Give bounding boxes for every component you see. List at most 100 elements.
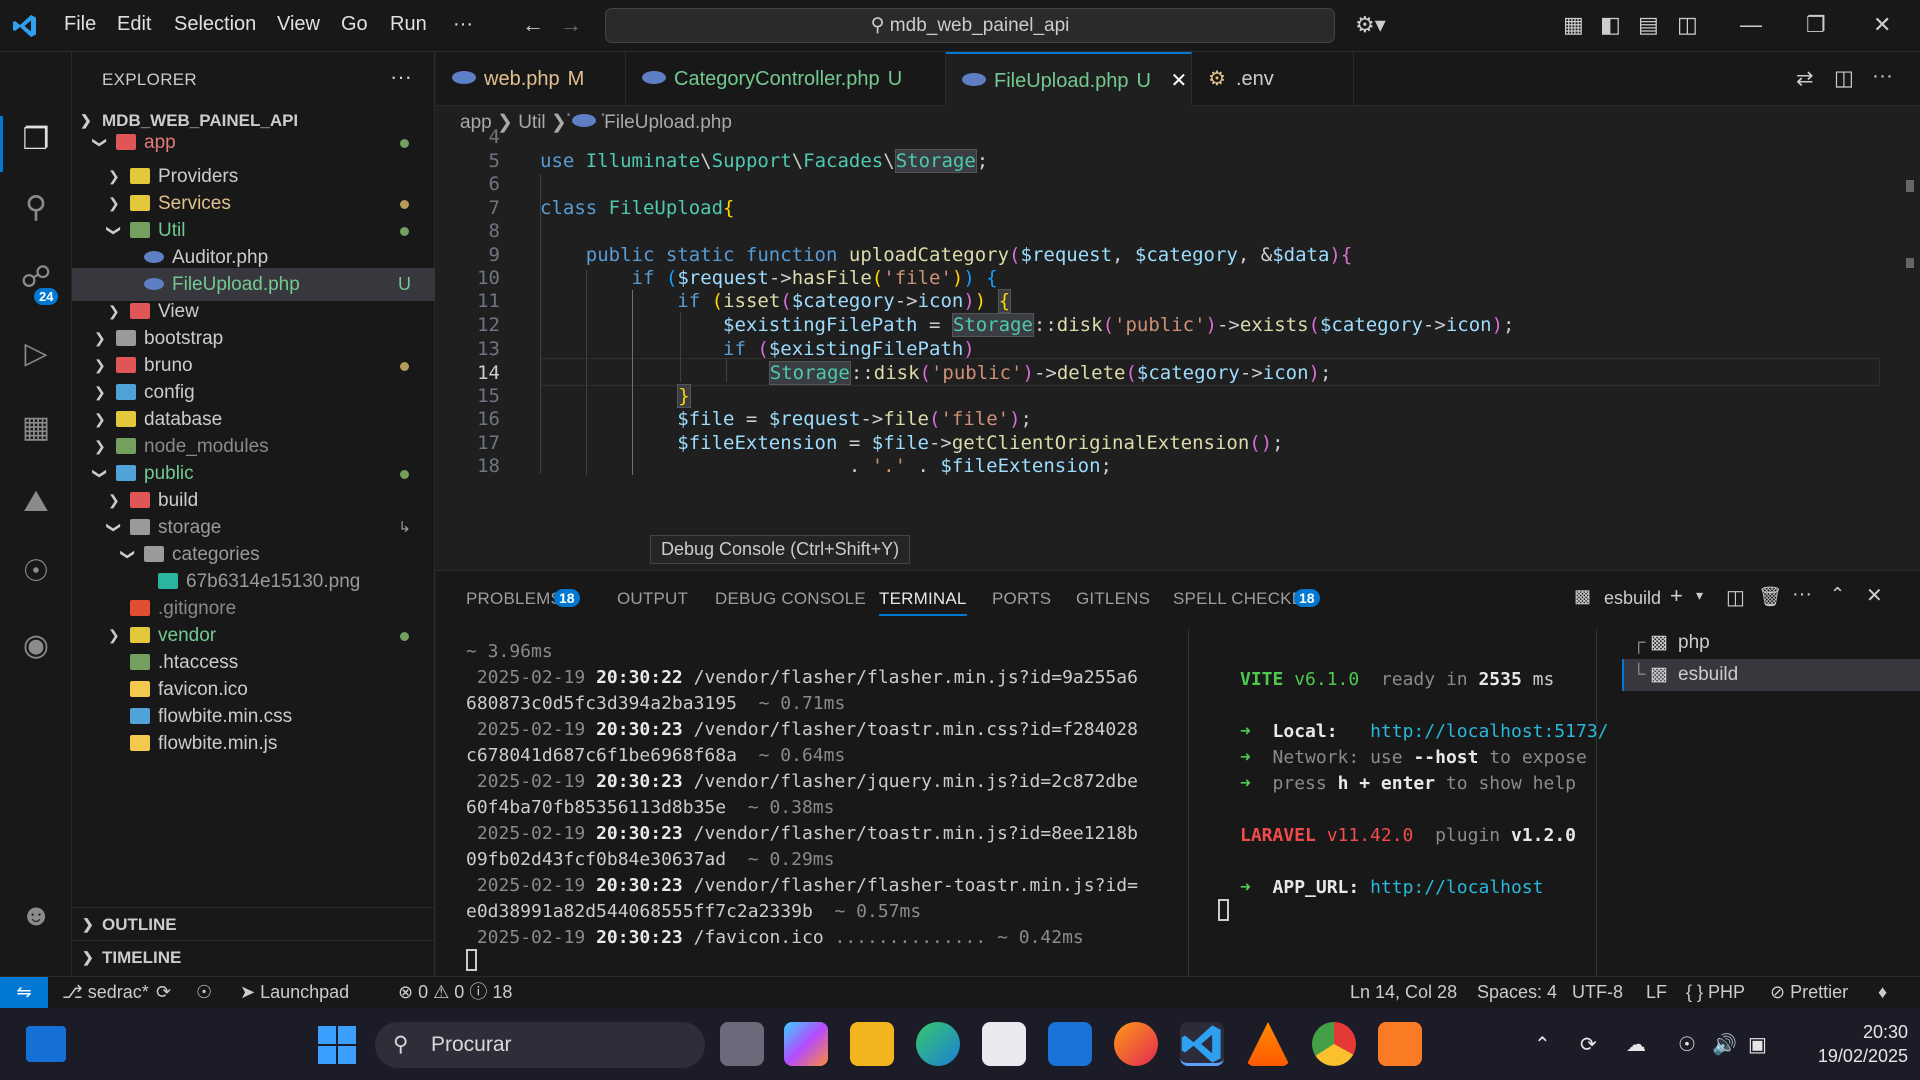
code-editor[interactable]: 4 5 6 7 8 9 10 11 12 13 14 15 16 17 18 · · · use Illum… [436, 104, 1920, 570]
terminal-list-item-php[interactable]: ┌ ▩ php [1622, 627, 1920, 659]
menu-run[interactable]: Run [390, 13, 427, 36]
close-window-icon[interactable]: ✕ [1873, 12, 1891, 38]
new-terminal-icon[interactable]: + [1670, 583, 1683, 609]
explorer-icon[interactable]: ❐ [16, 120, 56, 160]
tab-terminal[interactable]: TERMINAL [879, 589, 967, 616]
extensions-icon[interactable]: ▦ [16, 408, 56, 448]
menu-view[interactable]: View [277, 13, 320, 36]
gitlens-icon[interactable]: ☉ [16, 552, 56, 592]
cloud-icon[interactable]: ☁ [1626, 1032, 1646, 1057]
accounts-icon[interactable]: ☻ [16, 896, 56, 936]
show-hidden-icons[interactable]: ⌃ [1534, 1032, 1551, 1057]
rocket-icon: ➤ [240, 982, 256, 1002]
docker-icon[interactable]: ⛰ [16, 482, 56, 522]
tab-fileupload-php[interactable]: FileUpload.php U ✕ [946, 52, 1192, 106]
tab-ports[interactable]: PORTS [992, 589, 1051, 609]
toggle-sidebar-icon[interactable]: ◧ [1600, 12, 1621, 38]
copilot-app-icon[interactable] [784, 1022, 828, 1066]
menu-edit[interactable]: Edit [117, 13, 151, 36]
toggle-panel-icon[interactable]: ▤ [1638, 12, 1659, 38]
toggle-secondary-sidebar-icon[interactable]: ◫ [1677, 12, 1698, 38]
widgets-icon[interactable] [26, 1026, 66, 1062]
close-tab-icon[interactable]: ✕ [1171, 70, 1188, 92]
clock[interactable]: 20:30 19/02/2025 [1800, 1020, 1908, 1068]
explorer-more-icon[interactable]: ··· [390, 64, 412, 90]
outline-section[interactable]: ❯ OUTLINE [72, 907, 435, 940]
indentation[interactable]: Spaces: 4 [1477, 977, 1557, 1007]
line-ending[interactable]: LF [1646, 977, 1667, 1007]
outlook-icon[interactable] [1048, 1022, 1092, 1066]
sync-tray-icon[interactable]: ⟳ [1580, 1032, 1597, 1057]
copilot-icon[interactable]: ⚙▾ [1355, 12, 1386, 38]
minimize-icon[interactable]: — [1740, 12, 1762, 38]
microsoft-store-icon[interactable] [982, 1022, 1026, 1066]
remote-explorer-icon[interactable]: ◉ [16, 626, 56, 666]
tab-category-controller[interactable]: CategoryController.php U [626, 52, 946, 106]
timeline-section[interactable]: ❯ TIMELINE [72, 940, 435, 973]
tree-item[interactable]: ❯ app [72, 126, 435, 159]
restore-icon[interactable]: ❐ [1806, 12, 1826, 38]
chrome-icon[interactable] [1312, 1022, 1356, 1066]
encoding[interactable]: UTF-8 [1572, 977, 1623, 1007]
taskbar-search[interactable]: ⚲ Procurar [375, 1022, 705, 1068]
panel-more-icon[interactable]: ··· [1792, 583, 1812, 606]
terminal-list-item-esbuild[interactable]: └ ▩ esbuild [1622, 659, 1920, 691]
vlc-icon[interactable] [1246, 1022, 1290, 1066]
vscode-logo-icon[interactable] [12, 13, 38, 39]
tab-label: CategoryController.php [674, 68, 880, 90]
tree-item[interactable]: flowbite.min.js [72, 727, 435, 760]
language-mode[interactable]: { } PHP [1686, 977, 1745, 1007]
tab-output[interactable]: OUTPUT [617, 589, 688, 609]
globe-icon[interactable]: ☉ [1678, 1032, 1696, 1057]
gitlens-status-icon[interactable]: ☉ [196, 977, 212, 1007]
compare-changes-icon[interactable]: ⇄ [1796, 66, 1814, 91]
tab-web-php[interactable]: web.php M [436, 52, 626, 106]
command-center-search[interactable]: ⚲ mdb_web_painel_api [605, 8, 1335, 43]
menu-file[interactable]: File [64, 13, 96, 36]
tab-gitlens[interactable]: GITLENS [1076, 589, 1150, 609]
tab-env[interactable]: ⚙ .env [1192, 52, 1354, 106]
cursor-position[interactable]: Ln 14, Col 28 [1350, 977, 1457, 1007]
maximize-panel-icon[interactable]: ⌃ [1830, 584, 1845, 605]
search-view-icon[interactable]: ⚲ [16, 188, 56, 228]
back-arrow-icon[interactable]: ← [522, 12, 544, 38]
menu-selection[interactable]: Selection [174, 13, 256, 36]
remote-indicator-icon[interactable]: ⇋ [0, 977, 48, 1008]
file-icon [144, 251, 164, 263]
start-windows-icon[interactable] [318, 1026, 356, 1064]
file-explorer-icon[interactable] [850, 1022, 894, 1066]
editor-more-icon[interactable]: ··· [1872, 64, 1893, 88]
prettier-status[interactable]: ⊘ Prettier [1770, 977, 1848, 1007]
notifications-bell-icon[interactable]: ♦ [1878, 977, 1887, 1007]
sync-icon[interactable]: ⟳ [156, 977, 171, 1007]
terminal-cursor [1218, 899, 1229, 921]
terminal-name[interactable]: esbuild [1604, 588, 1661, 609]
forward-arrow-icon[interactable]: → [560, 12, 582, 38]
local-url-link[interactable]: http://localhost:5173/ [1370, 721, 1608, 742]
task-view-icon[interactable] [720, 1022, 764, 1066]
edge-browser-icon[interactable] [916, 1022, 960, 1066]
menu-go[interactable]: Go [341, 13, 368, 36]
vscode-taskbar-icon[interactable] [1180, 1022, 1224, 1066]
app-url-link[interactable]: http://localhost [1370, 877, 1543, 898]
tree-connector-icon: ┌ [1632, 632, 1646, 653]
code-line-17: $fileExtension = $file->getClientOrigina… [677, 432, 1284, 454]
problems-status[interactable]: ⊗ 0 ⚠ 0 ⓘ 18 [398, 977, 512, 1007]
volume-icon[interactable]: 🔊 [1712, 1032, 1737, 1057]
git-branch[interactable]: ⎇ sedrac* [62, 977, 149, 1007]
launchpad[interactable]: ➤ Launchpad [240, 977, 349, 1007]
menu-more[interactable]: ··· [453, 13, 473, 36]
trash-icon[interactable]: 🗑 [1758, 585, 1782, 609]
battery-icon[interactable]: ▣ [1748, 1032, 1767, 1057]
close-panel-icon[interactable]: ✕ [1866, 583, 1883, 608]
customize-layout-icon[interactable]: ▦ [1563, 12, 1584, 38]
terminal-dropdown-icon[interactable]: ▾ [1696, 587, 1703, 604]
tab-debug-console[interactable]: DEBUG CONSOLE [715, 589, 866, 609]
xampp-icon[interactable] [1378, 1022, 1422, 1066]
run-debug-icon[interactable]: ▷ [16, 334, 56, 374]
split-editor-icon[interactable]: ◫ [1834, 66, 1854, 91]
tab-problems[interactable]: PROBLEMS [466, 589, 562, 609]
file-icon [130, 708, 150, 724]
firefox-icon[interactable] [1114, 1022, 1158, 1066]
split-terminal-icon[interactable]: ◫ [1726, 585, 1745, 610]
